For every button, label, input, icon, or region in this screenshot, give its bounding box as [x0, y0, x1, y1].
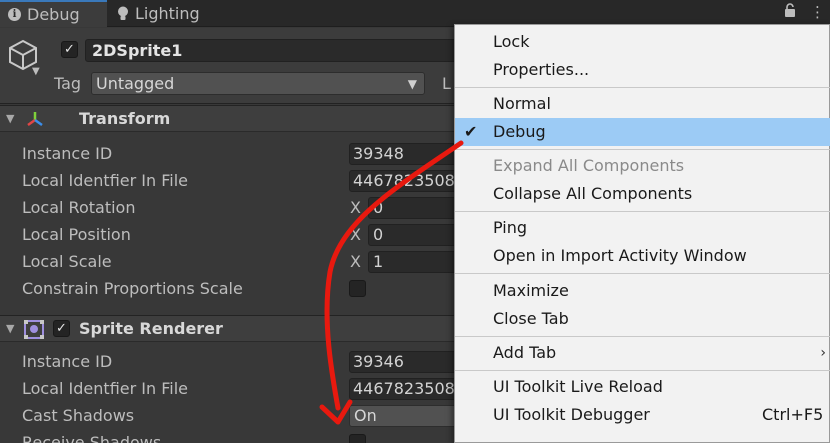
menu-item-normal[interactable]: Normal — [455, 90, 830, 118]
tab-lighting-label: Lighting — [135, 4, 200, 23]
menu-item-label: Close Tab — [493, 309, 569, 328]
object-name-field[interactable]: 2DSprite1 — [85, 39, 465, 62]
transform-axes-icon — [27, 112, 43, 127]
menu-item-ui-toolkit-debugger[interactable]: UI Toolkit Debugger Ctrl+F5 — [455, 401, 830, 429]
menu-item-label: Debug — [493, 122, 546, 141]
field-label: Local Identfier In File — [22, 379, 188, 398]
menu-item-label: Lock — [493, 32, 530, 51]
menu-item-properties[interactable]: Properties... — [455, 56, 830, 84]
menu-separator — [455, 370, 830, 371]
chevron-right-icon: › — [820, 345, 826, 361]
field-label: Local Scale — [22, 252, 112, 271]
sprite-renderer-enabled-checkbox[interactable]: ✓ — [53, 320, 70, 337]
field-label: Instance ID — [22, 352, 113, 371]
tag-dropdown-value: Untagged — [96, 74, 175, 93]
menu-item-label: Maximize — [493, 281, 569, 300]
field-label: Instance ID — [22, 144, 113, 163]
x-axis-label[interactable]: X — [350, 225, 361, 244]
menu-item-maximize[interactable]: Maximize — [455, 277, 830, 305]
tab-lighting[interactable]: Lighting — [117, 0, 200, 27]
menu-item-expand-all: Expand All Components — [455, 152, 830, 180]
menu-item-ui-toolkit-live-reload[interactable]: UI Toolkit Live Reload — [455, 373, 830, 401]
menu-item-label: Open in Import Activity Window — [493, 246, 747, 265]
menu-separator — [455, 149, 830, 150]
field-label: Constrain Proportions Scale — [22, 279, 243, 298]
menu-item-close-tab[interactable]: Close Tab — [455, 305, 830, 333]
field-label: Receive Shadows — [22, 433, 162, 443]
menu-separator — [455, 211, 830, 212]
x-axis-label[interactable]: X — [350, 252, 361, 271]
lock-icon[interactable] — [784, 3, 796, 22]
menu-item-label: UI Toolkit Debugger — [493, 405, 650, 424]
field-label: Local Position — [22, 225, 131, 244]
menu-separator — [455, 336, 830, 337]
icon-dropdown-arrow-icon[interactable]: ▼ — [32, 66, 40, 77]
foldout-triangle-icon[interactable]: ▼ — [6, 322, 14, 335]
layer-label: L — [442, 74, 451, 93]
more-options-icon[interactable]: ⋮ — [810, 3, 825, 22]
menu-separator — [455, 87, 830, 88]
tab-debug[interactable]: i Debug — [0, 0, 107, 27]
constrain-proportions-checkbox[interactable] — [349, 280, 366, 297]
menu-item-shortcut: Ctrl+F5 — [762, 405, 824, 424]
tab-bar-controls: ⋮ — [784, 3, 825, 22]
field-label: Local Identfier In File — [22, 171, 188, 190]
menu-separator — [455, 273, 830, 274]
menu-item-open-import-activity[interactable]: Open in Import Activity Window — [455, 242, 830, 270]
field-label: Cast Shadows — [22, 406, 135, 425]
menu-item-label: Normal — [493, 94, 551, 113]
tab-debug-label: Debug — [27, 5, 80, 24]
info-icon: i — [8, 8, 21, 21]
sprite-renderer-title: Sprite Renderer — [79, 319, 223, 338]
menu-item-lock[interactable]: Lock — [455, 28, 830, 56]
menu-item-label: Add Tab — [493, 343, 557, 362]
field-label: Local Rotation — [22, 198, 136, 217]
lightbulb-icon — [117, 6, 129, 21]
tab-bar: i Debug Lighting ⋮ — [0, 0, 830, 27]
menu-item-label: Expand All Components — [493, 156, 685, 175]
checkmark-icon: ✔ — [464, 122, 478, 141]
menu-item-add-tab[interactable]: Add Tab › — [455, 339, 830, 367]
receive-shadows-checkbox[interactable] — [349, 434, 366, 443]
tag-label: Tag — [54, 74, 82, 93]
foldout-triangle-icon[interactable]: ▼ — [6, 112, 14, 125]
menu-item-label: Ping — [493, 218, 528, 237]
menu-item-collapse-all[interactable]: Collapse All Components — [455, 180, 830, 208]
menu-item-debug[interactable]: ✔ Debug — [455, 118, 830, 146]
tag-dropdown[interactable]: Untagged ▼ — [91, 72, 425, 95]
x-axis-label[interactable]: X — [350, 198, 361, 217]
sprite-renderer-icon — [24, 320, 44, 339]
menu-item-label: UI Toolkit Live Reload — [493, 377, 663, 396]
menu-item-label: Properties... — [493, 60, 590, 79]
chevron-down-icon: ▼ — [407, 77, 417, 91]
menu-item-label: Collapse All Components — [493, 184, 693, 203]
transform-title: Transform — [79, 109, 171, 128]
active-checkbox[interactable]: ✓ — [61, 41, 78, 58]
menu-item-ping[interactable]: Ping — [455, 214, 830, 242]
inspector-context-menu: Lock Properties... Normal ✔ Debug Expand… — [454, 24, 830, 443]
